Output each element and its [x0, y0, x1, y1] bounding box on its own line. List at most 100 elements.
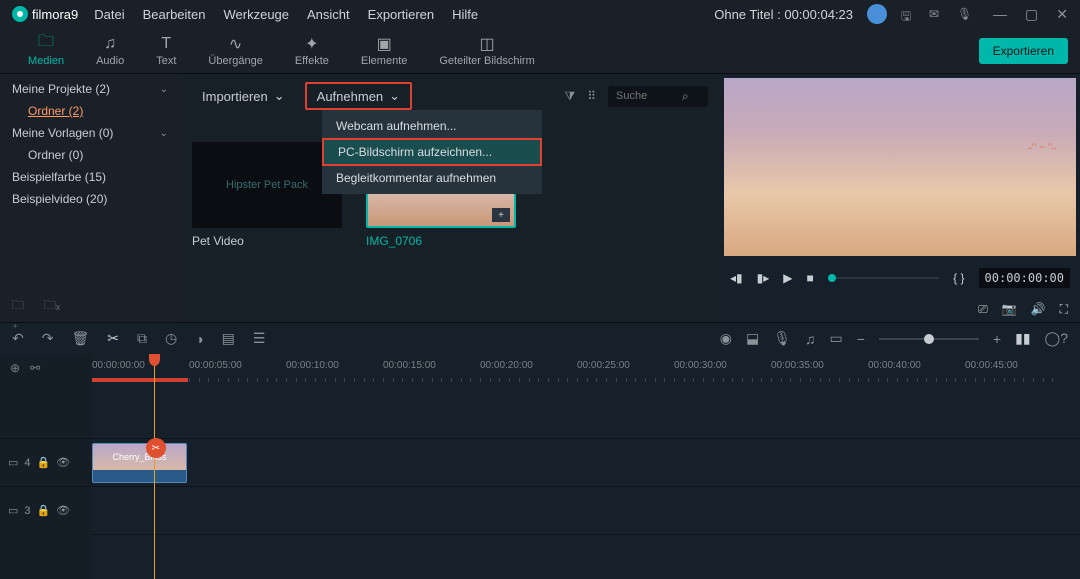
- clip-audio-wave: [93, 470, 186, 483]
- menu-file[interactable]: Datei: [94, 7, 124, 22]
- grid-icon[interactable]: ⠿: [587, 89, 596, 103]
- mic-icon[interactable]: 🎙: [957, 7, 971, 21]
- search-input[interactable]: [616, 90, 676, 102]
- sidebar-item-templates[interactable]: Meine Vorlagen (0) ⌄: [0, 122, 180, 144]
- link-icon[interactable]: ⚯: [30, 361, 40, 375]
- track-row-3[interactable]: [92, 486, 1080, 534]
- speed-button[interactable]: ◷: [165, 330, 177, 347]
- volume-icon[interactable]: 🔊: [1031, 302, 1046, 316]
- cut-indicator[interactable]: ✂: [146, 438, 166, 458]
- sidebar-item-projects[interactable]: Meine Projekte (2) ⌄: [0, 78, 180, 100]
- media-item[interactable]: Hipster Pet Pack Pet Video: [192, 142, 342, 248]
- minimize-button[interactable]: —: [993, 6, 1007, 23]
- tab-transitions[interactable]: ∿ Übergänge: [192, 31, 278, 71]
- user-avatar[interactable]: [867, 4, 887, 24]
- progress-bar[interactable]: [828, 277, 939, 279]
- redo-button[interactable]: ↷: [42, 330, 54, 347]
- zoom-slider[interactable]: [879, 338, 979, 340]
- track-headers: ⊕ ⚯ ▭ 4 🔒 👁 ▭ 3 🔒 👁: [0, 354, 92, 579]
- mail-icon[interactable]: ✉: [929, 7, 943, 21]
- timeline-clip[interactable]: Cherry_Bloss: [92, 443, 187, 483]
- menu-edit[interactable]: Bearbeiten: [143, 7, 206, 22]
- project-sidebar: Meine Projekte (2) ⌄ Ordner (2) Meine Vo…: [0, 74, 180, 322]
- maximize-button[interactable]: ▢: [1025, 6, 1038, 23]
- tab-split[interactable]: ◫ Geteilter Bildschirm: [423, 31, 550, 71]
- export-button[interactable]: Exportieren: [979, 38, 1068, 64]
- adjust-button[interactable]: ☰: [253, 330, 266, 347]
- fullscreen-icon[interactable]: ⛶: [1060, 302, 1068, 317]
- add-to-timeline-icon[interactable]: +: [492, 208, 510, 222]
- search-box[interactable]: ⌕: [608, 86, 708, 107]
- tab-elements[interactable]: ▣ Elemente: [345, 31, 423, 71]
- sidebar-item-folder-0[interactable]: Ordner (0): [0, 144, 180, 166]
- tab-effects[interactable]: ✦ Effekte: [279, 31, 345, 71]
- markers-button[interactable]: { }: [953, 271, 964, 285]
- help-icon[interactable]: ◯?: [1045, 330, 1068, 347]
- delete-button[interactable]: 🗑: [71, 330, 89, 347]
- menu-view[interactable]: Ansicht: [307, 7, 350, 22]
- add-track-icon[interactable]: ⊕: [10, 361, 20, 375]
- ruler-mark: 00:00:05:00: [189, 360, 242, 371]
- lock-icon[interactable]: 🔒: [37, 504, 51, 517]
- record-screen-item[interactable]: PC-Bildschirm aufzeichnen...: [322, 138, 542, 166]
- quality-icon[interactable]: ⎚: [978, 302, 988, 317]
- zoom-in-button[interactable]: +: [993, 331, 1001, 347]
- record-dropdown[interactable]: Aufnehmen ⌄: [305, 82, 412, 110]
- delete-folder-icon[interactable]: 🗀ₓ: [44, 296, 62, 314]
- undo-button[interactable]: ↶: [12, 330, 24, 347]
- title-bar: filmora9 Datei Bearbeiten Werkzeuge Ansi…: [0, 0, 1080, 28]
- visibility-icon[interactable]: 👁: [56, 456, 70, 469]
- render-button[interactable]: ▭: [830, 330, 843, 347]
- mixer-button[interactable]: ♫: [805, 331, 816, 347]
- marker-button[interactable]: ⬓: [746, 330, 759, 347]
- app-name: filmora9: [32, 7, 78, 22]
- snapshot-icon[interactable]: 📷: [1002, 302, 1017, 316]
- lock-icon[interactable]: 🔒: [37, 456, 51, 469]
- preview-video[interactable]: ˶ᵔ ᵕ ᵔ˶: [724, 78, 1076, 256]
- video-track-icon: ▭: [8, 504, 18, 517]
- track-row[interactable]: [92, 534, 1080, 579]
- play-button[interactable]: ▶: [783, 271, 792, 285]
- track-header-3[interactable]: ▭ 3 🔒 👁: [0, 486, 92, 534]
- track-row-4[interactable]: Cherry_Bloss: [92, 438, 1080, 486]
- timeline-body[interactable]: 00:00:00:0000:00:05:0000:00:10:0000:00:1…: [92, 354, 1080, 579]
- ruler-mark: 00:00:00:00: [92, 360, 145, 371]
- record-voiceover-item[interactable]: Begleitkommentar aufnehmen: [322, 166, 542, 190]
- record-webcam-item[interactable]: Webcam aufnehmen...: [322, 114, 542, 138]
- sidebar-item-samplevideo[interactable]: Beispielvideo (20): [0, 188, 180, 210]
- voice-button[interactable]: 🎙: [773, 330, 791, 347]
- record-button[interactable]: ◉: [720, 330, 732, 347]
- close-button[interactable]: ✕: [1056, 6, 1068, 23]
- import-dropdown[interactable]: Importieren ⌄: [192, 84, 295, 108]
- sidebar-item-folder-2[interactable]: Ordner (2): [0, 100, 180, 122]
- cut-button[interactable]: ✂: [107, 330, 119, 347]
- greenscreen-button[interactable]: ▤: [222, 330, 235, 347]
- filter-icon[interactable]: ⧩: [564, 89, 575, 104]
- playhead[interactable]: [154, 354, 155, 579]
- split-icon: ◫: [479, 35, 494, 53]
- main-menu: Datei Bearbeiten Werkzeuge Ansicht Expor…: [94, 7, 478, 22]
- visibility-icon[interactable]: 👁: [56, 504, 70, 517]
- next-frame-button[interactable]: ▮▸: [757, 271, 770, 285]
- media-panel: Importieren ⌄ Aufnehmen ⌄ ⧩ ⠿ ⌕ Webcam a…: [180, 74, 720, 322]
- sidebar-item-samplecolor[interactable]: Beispielfarbe (15): [0, 166, 180, 188]
- menu-help[interactable]: Hilfe: [452, 7, 478, 22]
- fit-button[interactable]: ▮▮: [1015, 330, 1030, 347]
- menu-export[interactable]: Exportieren: [368, 7, 434, 22]
- prev-frame-button[interactable]: ◂▮: [730, 271, 743, 285]
- tab-audio[interactable]: ♫ Audio: [80, 31, 140, 71]
- tab-media[interactable]: 🗀 Medien: [12, 31, 80, 71]
- timeline-ruler[interactable]: 00:00:00:0000:00:05:0000:00:10:0000:00:1…: [92, 354, 1080, 382]
- stop-button[interactable]: ■: [807, 271, 814, 285]
- tab-text[interactable]: T Text: [140, 31, 192, 71]
- color-button[interactable]: ◑: [195, 331, 203, 347]
- zoom-out-button[interactable]: −: [857, 331, 865, 347]
- ruler-mark: 00:00:10:00: [286, 360, 339, 371]
- ruler-mark: 00:00:30:00: [674, 360, 727, 371]
- add-folder-icon[interactable]: 🗀₊: [12, 296, 30, 314]
- crop-button[interactable]: ⧉: [137, 330, 147, 347]
- track-row[interactable]: [92, 382, 1080, 438]
- menu-tools[interactable]: Werkzeuge: [224, 7, 290, 22]
- track-header-4[interactable]: ▭ 4 🔒 👁: [0, 438, 92, 486]
- save-icon[interactable]: 🖫: [901, 7, 915, 21]
